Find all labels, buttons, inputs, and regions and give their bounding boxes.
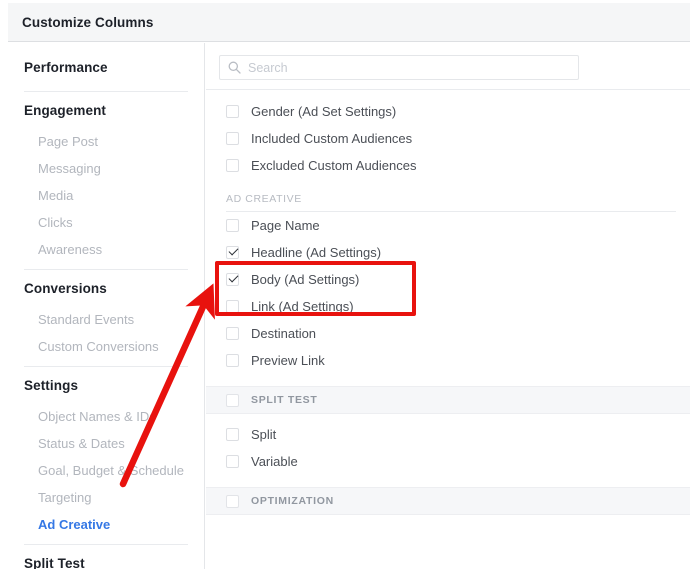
option-label-headline-ad-settings: Headline (Ad Settings) [251, 244, 381, 261]
option-label-included-custom-audiences: Included Custom Audiences [251, 130, 412, 147]
sidebar-item-awareness[interactable]: Awareness [8, 236, 204, 263]
sidebar-group-heading[interactable]: Engagement [8, 94, 204, 128]
sidebar-item-custom-conversions[interactable]: Custom Conversions [8, 333, 204, 360]
search-input[interactable]: Search [219, 55, 579, 80]
checkbox-icon[interactable] [226, 105, 239, 118]
option-label-page-name: Page Name [251, 217, 320, 234]
section-title: AD CREATIVE [226, 192, 676, 211]
sidebar-divider [24, 366, 188, 367]
sidebar-group-heading[interactable]: Settings [8, 369, 204, 403]
category-sidebar: Performance EngagementPage PostMessagingM… [8, 43, 205, 569]
search-icon [228, 61, 241, 74]
sidebar-group: EngagementPage PostMessagingMediaClicksA… [8, 94, 204, 263]
column-option-row[interactable]: Variable [206, 448, 690, 475]
checkbox-icon[interactable] [226, 300, 239, 313]
column-option-row[interactable]: Excluded Custom Audiences [206, 152, 690, 179]
checkbox-icon[interactable] [226, 132, 239, 145]
checkbox-icon[interactable] [226, 428, 239, 441]
sidebar-group: ConversionsStandard EventsCustom Convers… [8, 272, 204, 360]
column-option-row[interactable]: Destination [206, 320, 690, 347]
sidebar-group-heading[interactable]: Performance [8, 51, 204, 85]
search-bar: Search [206, 43, 690, 90]
option-label-link-ad-settings: Link (Ad Settings) [251, 298, 354, 315]
sidebar-divider [24, 269, 188, 270]
option-label-excluded-custom-audiences: Excluded Custom Audiences [251, 157, 416, 174]
customize-columns-dialog: Customize Columns PerformanceEngagementP… [0, 0, 690, 569]
sidebar-item-ad-creative[interactable]: Ad Creative [8, 511, 204, 538]
checkbox-icon[interactable] [226, 495, 239, 508]
sidebar-divider [24, 544, 188, 545]
checkbox-icon[interactable] [226, 159, 239, 172]
dialog-header: Customize Columns [8, 3, 690, 42]
sidebar-group-heading[interactable]: Split Test [8, 547, 204, 569]
column-option-row[interactable]: Body (Ad Settings) [206, 266, 690, 293]
sidebar-item-messaging[interactable]: Messaging [8, 155, 204, 182]
section-title: SPLIT TEST [251, 394, 318, 406]
checkbox-icon[interactable] [226, 455, 239, 468]
column-option-row[interactable]: Gender (Ad Set Settings) [206, 98, 690, 125]
column-option-row[interactable]: Included Custom Audiences [206, 125, 690, 152]
sidebar-item-object-names-ids[interactable]: Object Names & IDs [8, 403, 204, 430]
sidebar-group-heading[interactable]: Conversions [8, 272, 204, 306]
option-label-body-ad-settings: Body (Ad Settings) [251, 271, 359, 288]
spacer [206, 515, 690, 522]
option-label-gender-ad-set-settings: Gender (Ad Set Settings) [251, 103, 396, 120]
column-option-row[interactable]: Link (Ad Settings) [206, 293, 690, 320]
column-option-row[interactable]: Page Name [206, 212, 690, 239]
column-option-row[interactable]: Split [206, 421, 690, 448]
checkbox-checked-icon[interactable] [226, 246, 239, 259]
column-option-row[interactable]: Headline (Ad Settings) [206, 239, 690, 266]
section-title: OPTIMIZATION [251, 495, 334, 507]
sidebar-item-status-dates[interactable]: Status & Dates [8, 430, 204, 457]
option-label-split: Split [251, 426, 276, 443]
column-options-list: Gender (Ad Set Settings) Included Custom … [206, 90, 690, 522]
option-label-variable: Variable [251, 453, 298, 470]
section-header-ad-creative: AD CREATIVE [206, 192, 690, 212]
checkbox-icon[interactable] [226, 394, 239, 407]
sidebar-item-clicks[interactable]: Clicks [8, 209, 204, 236]
column-option-row[interactable]: Preview Link [206, 347, 690, 374]
checkbox-icon[interactable] [226, 219, 239, 232]
sidebar-divider [24, 91, 188, 92]
option-label-destination: Destination [251, 325, 316, 342]
sidebar-group: Performance [8, 51, 204, 85]
sidebar-item-page-post[interactable]: Page Post [8, 128, 204, 155]
checkbox-icon[interactable] [226, 354, 239, 367]
checkbox-checked-icon[interactable] [226, 273, 239, 286]
section-header-optimization[interactable]: OPTIMIZATION [206, 487, 690, 515]
option-label-preview-link: Preview Link [251, 352, 325, 369]
sidebar-group: SettingsObject Names & IDsStatus & Dates… [8, 369, 204, 538]
section-header-split-test[interactable]: SPLIT TEST [206, 386, 690, 414]
checkbox-icon[interactable] [226, 327, 239, 340]
sidebar-item-goal-budget-schedule[interactable]: Goal, Budget & Schedule [8, 457, 204, 484]
spacer [206, 414, 690, 421]
page-title: Customize Columns [22, 15, 153, 30]
sidebar-item-media[interactable]: Media [8, 182, 204, 209]
sidebar-item-targeting[interactable]: Targeting [8, 484, 204, 511]
sidebar-group: Split Test [8, 547, 204, 569]
sidebar-item-standard-events[interactable]: Standard Events [8, 306, 204, 333]
search-placeholder: Search [248, 61, 288, 76]
columns-panel: Search Gender (Ad Set Settings) Included … [206, 43, 690, 569]
